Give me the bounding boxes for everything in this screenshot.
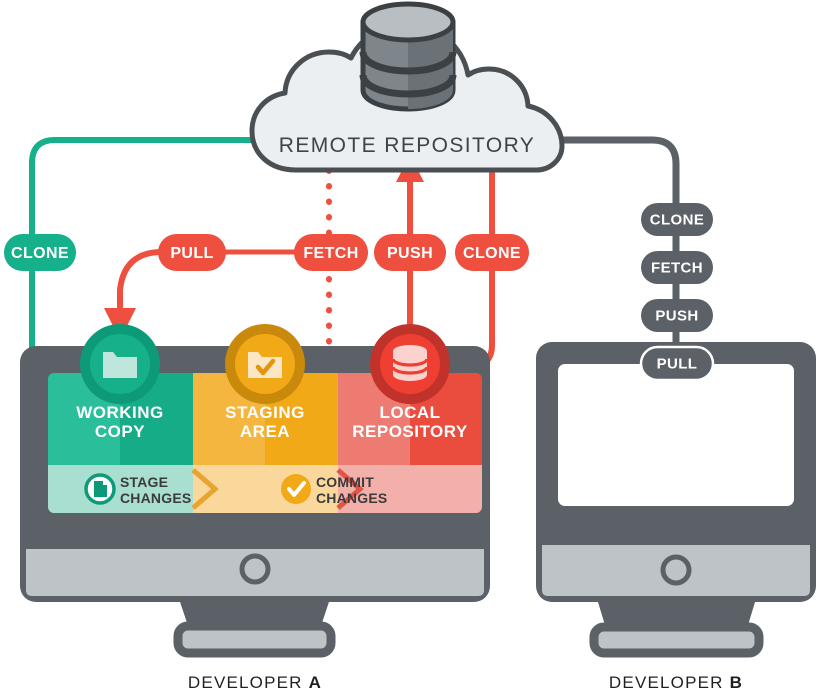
database-icon <box>391 345 429 381</box>
zone-labels: WORKING COPY STAGING AREA LOCAL REPOSITO… <box>76 403 468 441</box>
zone-label-working-copy-2: COPY <box>95 422 145 441</box>
pill-b-push[interactable]: PUSH <box>641 299 713 332</box>
action-label-stage-1: STAGE <box>120 474 168 490</box>
pill-clone-left[interactable]: CLONE <box>4 234 76 271</box>
pill-push-label: PUSH <box>387 245 433 262</box>
badge-staging-area <box>225 324 305 404</box>
zone-label-local-repository-1: LOCAL <box>379 403 440 422</box>
remote-repository-cloud: REMOTE REPOSITORY <box>249 1 565 173</box>
zone-label-local-repository-2: REPOSITORY <box>352 422 468 441</box>
action-commit-changes: COMMIT CHANGES <box>281 474 387 506</box>
pill-b-pull[interactable]: PULL <box>639 345 715 382</box>
monitor-a-stand-base <box>173 621 336 658</box>
monitor-b-screen <box>558 364 794 506</box>
pill-fetch[interactable]: FETCH <box>294 234 368 271</box>
monitor-developer-b <box>536 342 816 658</box>
action-label-commit-1: COMMIT <box>316 474 374 490</box>
pill-pull[interactable]: PULL <box>158 234 226 271</box>
pill-push[interactable]: PUSH <box>374 234 446 271</box>
pill-b-clone-label: CLONE <box>650 212 705 229</box>
pill-clone-left-label: CLONE <box>11 245 69 262</box>
zone-label-staging-area-1: STAGING <box>225 403 305 422</box>
zone-label-staging-area-2: AREA <box>240 422 290 441</box>
monitor-b-camera-icon <box>660 554 692 586</box>
remote-database-icon <box>359 1 457 112</box>
monitor-b-stand-base <box>589 622 764 658</box>
action-label-commit-2: CHANGES <box>316 490 387 506</box>
badge-working-copy <box>80 324 160 404</box>
zone-label-working-copy-1: WORKING <box>76 403 164 422</box>
caption-developer-b: DEVELOPER B <box>609 673 743 692</box>
pill-b-fetch-label: FETCH <box>651 260 703 277</box>
caption-developer-a: DEVELOPER A <box>188 673 322 692</box>
caption-developer-b-prefix: DEVELOPER <box>609 673 730 692</box>
pill-fetch-label: FETCH <box>303 245 358 262</box>
caption-developer-a-prefix: DEVELOPER <box>188 673 309 692</box>
monitor-developer-a: WORKING COPY STAGING AREA LOCAL REPOSITO… <box>20 324 490 658</box>
remote-repository-label: REMOTE REPOSITORY <box>279 134 535 157</box>
commit-check-icon <box>281 474 311 504</box>
caption-developer-a-letter: A <box>309 673 322 692</box>
caption-developer-b-letter: B <box>730 673 743 692</box>
git-workflow-diagram: REMOTE REPOSITORY WORKING COPY STAGING A… <box>0 0 825 695</box>
pill-b-fetch[interactable]: FETCH <box>641 251 713 284</box>
monitor-a-camera-icon <box>239 553 271 585</box>
pill-b-clone[interactable]: CLONE <box>641 203 713 236</box>
pill-clone-right[interactable]: CLONE <box>455 234 529 271</box>
action-label-stage-2: CHANGES <box>120 490 191 506</box>
pill-b-pull-label: PULL <box>657 356 698 373</box>
badge-local-repository <box>370 324 450 404</box>
pill-pull-label: PULL <box>170 245 213 262</box>
pill-b-push-label: PUSH <box>655 308 698 325</box>
pill-clone-right-label: CLONE <box>463 245 521 262</box>
